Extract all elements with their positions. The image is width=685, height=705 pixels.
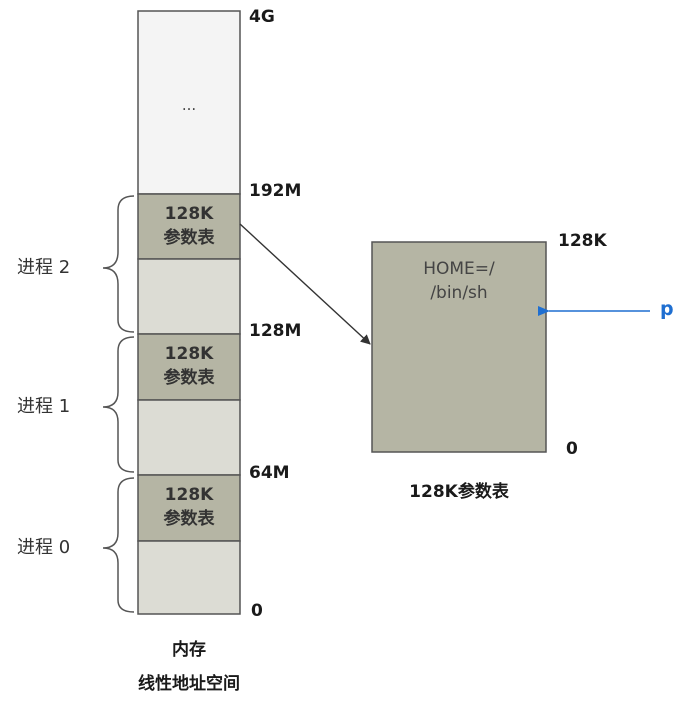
param-block-1-label: 128K 参数表 bbox=[138, 342, 240, 390]
process-1-label: 进程 1 bbox=[17, 396, 71, 417]
param-block-name: 参数表 bbox=[163, 228, 215, 248]
env-shell: /bin/sh bbox=[430, 283, 488, 303]
param-block-name: 参数表 bbox=[163, 509, 215, 529]
param-block-size: 128K bbox=[164, 204, 214, 224]
env-strings: HOME=/ /bin/sh bbox=[372, 257, 546, 305]
param-block-name: 参数表 bbox=[163, 368, 215, 388]
process-0-label: 进程 0 bbox=[17, 537, 71, 558]
process-2-label: 进程 2 bbox=[17, 257, 71, 278]
process-2-space bbox=[137, 258, 241, 335]
memory-caption: 内存 线性地址空间 bbox=[100, 633, 278, 701]
address-4g: 4G bbox=[249, 7, 275, 27]
param-table-caption: 128K参数表 bbox=[409, 482, 509, 502]
memory-caption-line1: 内存 bbox=[172, 640, 206, 660]
param-block-size: 128K bbox=[164, 485, 214, 505]
address-64m: 64M bbox=[249, 463, 290, 483]
address-128m: 128M bbox=[249, 321, 302, 341]
address-0: 0 bbox=[251, 601, 263, 621]
process-0-space bbox=[137, 540, 241, 615]
memory-top-dots: ... bbox=[181, 96, 197, 114]
address-192m: 192M bbox=[249, 181, 302, 201]
param-table-top-label: 128K bbox=[558, 231, 607, 251]
pointer-label: p bbox=[660, 298, 674, 320]
param-table-bottom-label: 0 bbox=[566, 439, 578, 459]
brace-process-2 bbox=[102, 195, 135, 333]
param-block-2-label: 128K 参数表 bbox=[138, 202, 240, 250]
brace-process-1 bbox=[102, 336, 135, 473]
diagram-canvas bbox=[102, 10, 650, 615]
memory-caption-line2: 线性地址空间 bbox=[138, 674, 240, 694]
brace-process-0 bbox=[102, 477, 135, 613]
param-block-size: 128K bbox=[164, 344, 214, 364]
param-block-0-label: 128K 参数表 bbox=[138, 483, 240, 531]
env-home: HOME=/ bbox=[423, 259, 495, 279]
process-1-space bbox=[137, 399, 241, 476]
